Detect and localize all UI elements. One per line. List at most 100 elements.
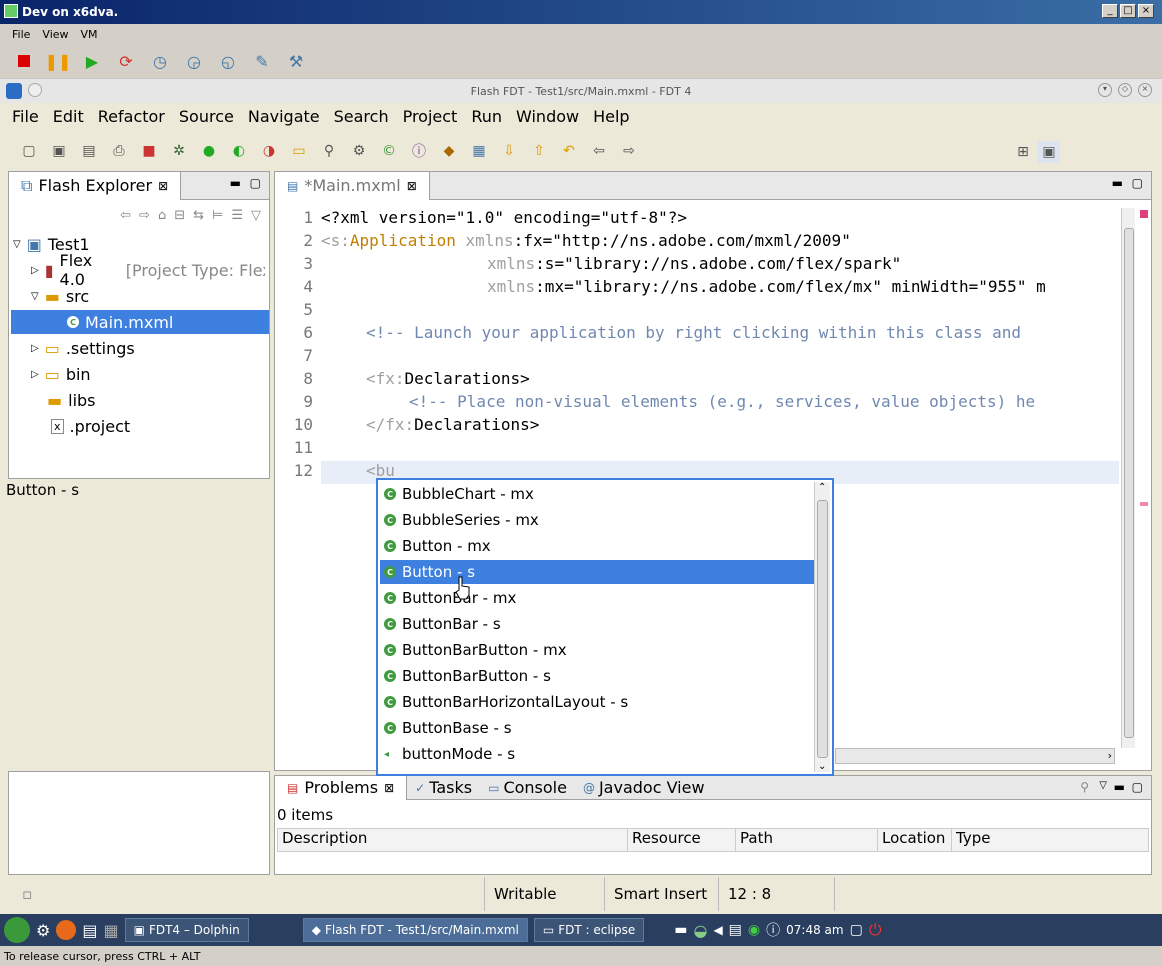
open-perspective-icon[interactable]: ⊞ [1012,141,1034,163]
external-tools-icon[interactable]: ◑ [258,140,280,162]
pause-icon[interactable]: ❚❚ [45,49,72,73]
scroll-thumb[interactable] [817,500,828,758]
win-min-icon[interactable]: ▾ [1098,83,1112,97]
gear-icon[interactable]: ⚙ [348,140,370,162]
tree-item-test1[interactable]: ▽ ▣ Test1 [9,232,265,256]
home-icon[interactable]: ⌂ [158,208,166,223]
editor-hscrollbar[interactable]: › [835,748,1115,764]
menu-source[interactable]: Source [179,107,234,126]
tools-icon[interactable]: ⚒ [284,49,308,73]
prev-annotation-icon[interactable]: ⇧ [528,140,550,162]
window-menu-icon[interactable] [28,83,42,97]
save-icon[interactable]: ▣ [48,140,70,162]
run-icon[interactable]: ● [198,140,220,162]
minimize-icon[interactable]: ▬ [1112,176,1123,190]
print-icon[interactable]: ⎙ [108,140,130,162]
filter-icon[interactable]: ⚲ [1080,780,1089,794]
debug-icon[interactable]: ✲ [168,140,190,162]
tab-tasks[interactable]: ✓ Tasks [407,778,480,797]
error-marker[interactable] [1140,210,1148,218]
new-interface-icon[interactable]: ⓘ [408,140,430,162]
next-annotation-icon[interactable]: ⇩ [498,140,520,162]
fdt-perspective-icon[interactable]: ▣ [1038,141,1060,163]
vbox-menu-view[interactable]: View [42,28,68,41]
package-icon[interactable]: ◆ [438,140,460,162]
back-icon[interactable]: ⇦ [120,208,131,223]
col-location[interactable]: Location [878,829,952,851]
col-path[interactable]: Path [736,829,878,851]
start-menu-icon[interactable] [4,917,30,943]
close-button[interactable]: × [1138,4,1154,18]
close-icon[interactable]: ⊠ [384,781,394,795]
completion-item[interactable]: C ButtonBar - mx [380,586,816,610]
win-max-icon[interactable]: ◇ [1118,83,1132,97]
fast-view-icon[interactable]: ▫ [22,885,32,903]
code-completion-popup[interactable]: C BubbleChart - mx C BubbleSeries - mx C Bu… [376,478,834,776]
forward-icon[interactable]: ⇨ [139,208,150,223]
search-icon[interactable]: ⚲ [318,140,340,162]
completion-item[interactable]: C ButtonBarHorizontalLayout - s [380,690,816,714]
forward-icon[interactable]: ⇨ [618,140,640,162]
menu-window[interactable]: Window [516,107,579,126]
menu-refactor[interactable]: Refactor [98,107,165,126]
task-dolphin[interactable]: ▣ FDT4 – Dolphin [124,918,249,942]
tree-item-settings[interactable]: ▷ ▭ .settings [9,336,265,360]
maximize-icon[interactable]: ▢ [250,176,261,190]
last-edit-icon[interactable]: ↶ [558,140,580,162]
maximize-icon[interactable]: ▢ [1132,176,1143,190]
scroll-down-icon[interactable]: ⌄ [818,761,826,772]
expand-arrow-icon[interactable]: ▷ [31,343,39,354]
maximize-icon[interactable]: ▢ [1132,780,1143,794]
collapse-arrow-icon[interactable]: ▽ [31,291,39,302]
save-all-icon[interactable]: ▤ [78,140,100,162]
expand-arrow-icon[interactable]: ▷ [31,265,39,276]
arrow-left-icon[interactable]: ◀ [713,923,722,937]
tab-flash-explorer[interactable]: ⧉ Flash Explorer ⊠ [9,171,182,200]
minimize-button[interactable]: _ [1102,4,1118,18]
elephant-icon[interactable]: ◒ [693,921,707,940]
view-menu-icon[interactable]: ▽ [251,208,261,223]
completion-item-selected[interactable]: C Button - s [380,560,816,584]
task-flash-fdt[interactable]: ◆ Flash FDT - Test1/src/Main.mxml [302,918,528,942]
settings-icon[interactable]: ✎ [250,49,274,73]
collapse-all-icon[interactable]: ⊟ [174,208,185,223]
tree-item-src[interactable]: ▽ ▬ src [9,284,265,308]
vbox-menu-vm[interactable]: VM [81,28,98,41]
completion-item[interactable]: C ButtonBarButton - mx [380,638,816,662]
minimize-icon[interactable]: ▬ [1114,780,1125,794]
collapse-arrow-icon[interactable]: ▽ [13,239,21,250]
col-resource[interactable]: Resource [628,829,736,851]
task-eclipse[interactable]: ▭ FDT : eclipse [533,918,645,942]
konsole-icon[interactable]: ▬ [674,922,687,938]
completion-item[interactable]: C Button - mx [380,534,816,558]
back-icon[interactable]: ⇦ [588,140,610,162]
popup-scrollbar[interactable]: ⌃ ⌄ [814,482,830,772]
menu-project[interactable]: Project [403,107,458,126]
scroll-right-icon[interactable]: › [1108,749,1112,762]
files-icon[interactable]: ▤ [82,921,97,940]
new-icon[interactable]: ▢ [18,140,40,162]
close-icon[interactable]: ⊠ [158,179,168,193]
tree-item-project[interactable]: x .project [9,414,265,438]
completion-item[interactable]: C ButtonBase - s [380,716,816,740]
editor-vscrollbar[interactable] [1121,208,1135,748]
workspace-switcher-icon[interactable]: ▦ [103,921,118,940]
menu-file[interactable]: File [12,107,39,126]
snapshot-icon[interactable]: ◷ [148,49,172,73]
scroll-up-icon[interactable]: ⌃ [818,482,826,493]
vbox-menu-file[interactable]: File [12,28,30,41]
play-icon[interactable]: ▶ [80,49,104,73]
scroll-thumb[interactable] [1124,228,1134,738]
tab-problems[interactable]: ▤ Problems ⊠ [275,775,408,800]
tab-console[interactable]: ▭ Console [480,778,575,797]
run-config-icon[interactable]: ◐ [228,140,250,162]
menu-run[interactable]: Run [471,107,502,126]
stop-icon[interactable] [12,49,36,73]
expand-arrow-icon[interactable]: ▷ [31,369,39,380]
tree-mode-icon[interactable]: ⊨ [212,208,223,223]
tree-item-main-mxml[interactable]: C Main.mxml [11,310,269,334]
tree-item-bin[interactable]: ▷ ▭ bin [9,362,265,386]
new-class-icon[interactable]: © [378,140,400,162]
tree-item-flex[interactable]: ▷ ▮ Flex 4.0 [Project Type: Flex [9,251,265,289]
col-description[interactable]: Description [278,829,628,851]
